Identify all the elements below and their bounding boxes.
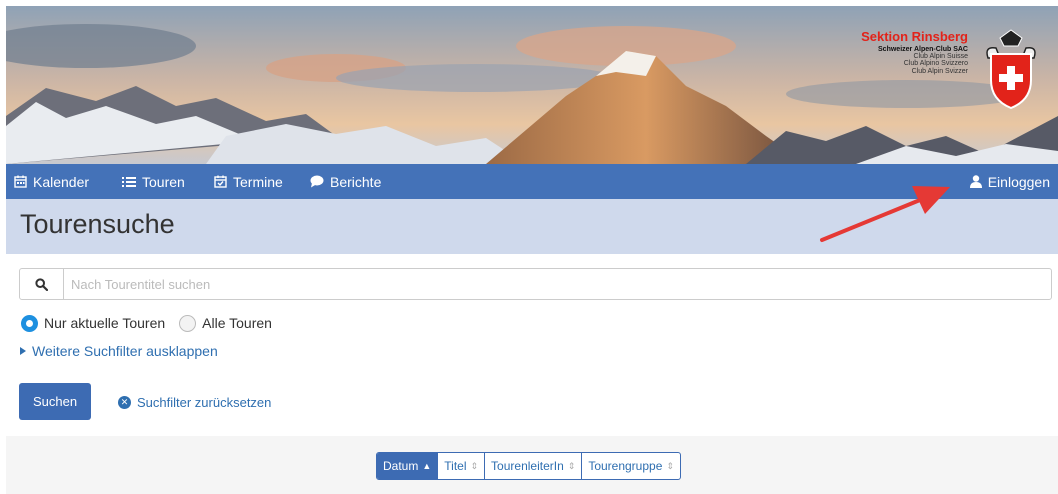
search-icon bbox=[35, 277, 48, 291]
radio-current-label: Nur aktuelle Touren bbox=[44, 315, 166, 331]
sort-asc-icon: ▲ bbox=[422, 461, 432, 471]
list-icon bbox=[122, 176, 136, 187]
nav-touren-label: Touren bbox=[142, 173, 185, 190]
sort-tourengruppe[interactable]: Tourengruppe ⇕ bbox=[582, 453, 680, 479]
brand-line-3: Club Alpin Svizzer bbox=[911, 67, 968, 75]
sort-icon: ⇕ bbox=[666, 460, 674, 471]
radio-all-indicator[interactable] bbox=[179, 314, 197, 332]
radio-current-indicator[interactable] bbox=[21, 314, 38, 332]
nav-kalender-label: Kalender bbox=[33, 173, 90, 190]
caret-right-icon bbox=[20, 347, 26, 355]
brand-block: Sektion Rinsberg Schweizer Alpen-Club SA… bbox=[861, 30, 968, 75]
calendar-icon bbox=[14, 175, 27, 188]
sort-titel-label: Titel bbox=[444, 459, 467, 473]
search-input[interactable] bbox=[65, 269, 1045, 299]
sort-icon: ⇕ bbox=[567, 460, 576, 471]
times-circle-icon: ✕ bbox=[118, 396, 131, 409]
header-banner: Sektion Rinsberg Schweizer Alpen-Club SA… bbox=[6, 6, 1058, 164]
nav-login[interactable]: Einloggen bbox=[969, 164, 1050, 199]
radio-all-label: Alle Touren bbox=[202, 315, 272, 331]
brand-title: Sektion Rinsberg bbox=[861, 29, 968, 44]
page: Sektion Rinsberg Schweizer Alpen-Club SA… bbox=[6, 6, 1058, 494]
radio-current-tours[interactable]: Nur aktuelle Touren bbox=[21, 314, 166, 332]
sort-datum-label: Datum bbox=[383, 459, 419, 473]
sort-datum[interactable]: Datum ▲ bbox=[377, 453, 439, 479]
more-filters-toggle[interactable]: Weitere Suchfilter ausklappen bbox=[20, 343, 218, 359]
sort-icon: ⇕ bbox=[470, 460, 479, 471]
sac-crest-icon bbox=[986, 29, 1036, 110]
search-addon[interactable] bbox=[20, 269, 64, 299]
brand-line-1: Club Alpin Suisse bbox=[913, 52, 968, 60]
tour-scope-radios: Nur aktuelle Touren Alle Touren bbox=[21, 313, 286, 333]
sort-tourenleiter-label: TourenleiterIn bbox=[491, 459, 564, 473]
main-navbar: Kalender Touren Termine Berichte Einlogg… bbox=[6, 164, 1058, 199]
nav-touren[interactable]: Touren bbox=[122, 164, 185, 199]
nav-berichte-label: Berichte bbox=[330, 173, 382, 190]
nav-berichte[interactable]: Berichte bbox=[310, 164, 381, 199]
page-title: Tourensuche bbox=[20, 209, 175, 239]
reset-filters-label: Suchfilter zurücksetzen bbox=[137, 395, 272, 410]
brand-line-2: Club Alpino Svizzero bbox=[903, 60, 968, 68]
user-icon bbox=[969, 175, 982, 188]
radio-all-tours[interactable]: Alle Touren bbox=[179, 314, 272, 332]
sort-titel[interactable]: Titel ⇕ bbox=[438, 453, 486, 479]
search-box bbox=[19, 268, 1052, 300]
calendar-check-icon bbox=[214, 175, 227, 188]
brand-subtitle: Schweizer Alpen-Club SAC bbox=[878, 45, 968, 53]
nav-termine-label: Termine bbox=[233, 173, 283, 190]
sort-tourenleiter[interactable]: TourenleiterIn ⇕ bbox=[485, 453, 583, 479]
nav-termine[interactable]: Termine bbox=[214, 164, 283, 199]
search-button[interactable]: Suchen bbox=[19, 383, 91, 420]
comment-icon bbox=[310, 175, 324, 188]
reset-filters-link[interactable]: ✕ Suchfilter zurücksetzen bbox=[118, 395, 271, 410]
nav-kalender[interactable]: Kalender bbox=[14, 164, 89, 199]
nav-login-label: Einloggen bbox=[987, 173, 1050, 190]
page-header: Tourensuche bbox=[6, 199, 1058, 254]
more-filters-label: Weitere Suchfilter ausklappen bbox=[32, 343, 218, 359]
sort-tourengruppe-label: Tourengruppe bbox=[588, 459, 663, 473]
sort-button-group: Datum ▲ Titel ⇕ TourenleiterIn ⇕ Toureng… bbox=[376, 452, 681, 480]
